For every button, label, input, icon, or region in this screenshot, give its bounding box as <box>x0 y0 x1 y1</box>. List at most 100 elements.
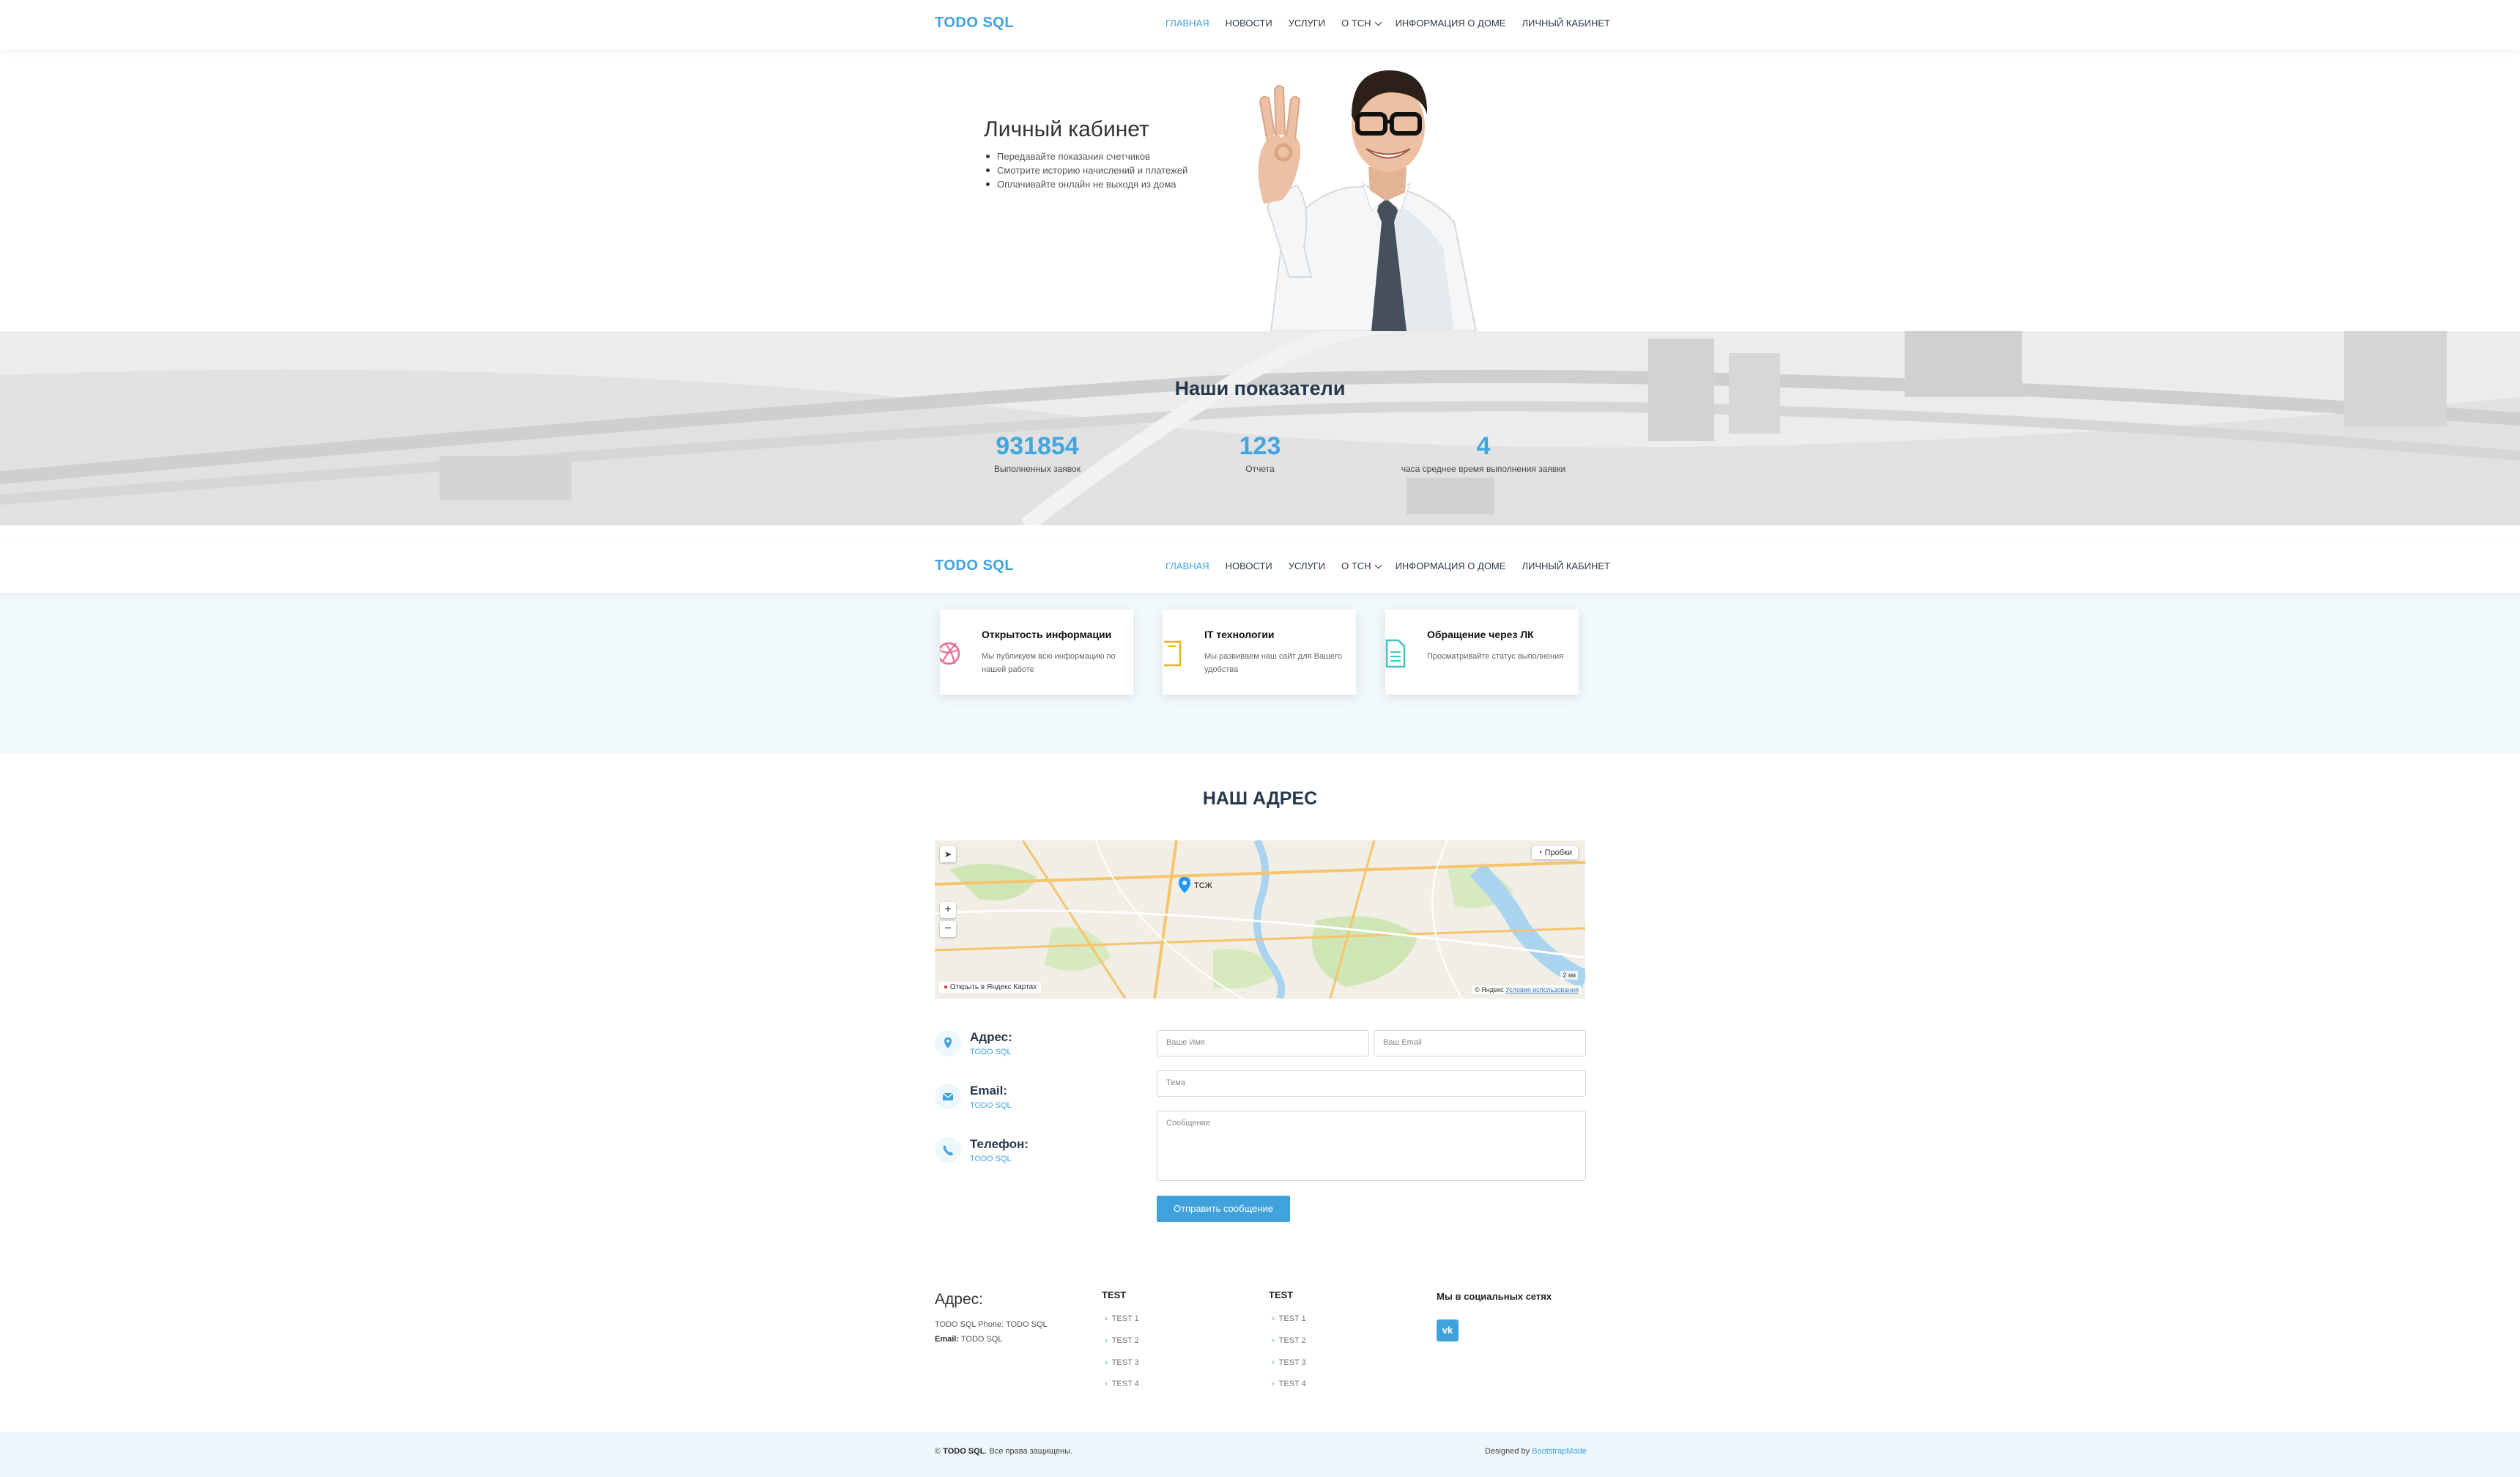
contact-phone-value: TODO SQL <box>970 1155 1012 1163</box>
nav-item-about-label: О ТСН <box>1341 560 1371 571</box>
footer-column-title: TEST <box>1102 1289 1127 1300</box>
credits-prefix: Designed by <box>1485 1447 1530 1456</box>
traffic-label: Пробки <box>1544 848 1572 857</box>
contact-email-value: TODO SQL <box>970 1101 1012 1110</box>
phone-icon <box>935 1137 961 1163</box>
footer-link[interactable]: › TEST 4 <box>1105 1380 1139 1388</box>
vk-icon[interactable]: vk <box>1437 1319 1459 1341</box>
footer-link[interactable]: › TEST 4 <box>1272 1380 1306 1388</box>
stat-label: Отчета <box>1245 464 1275 474</box>
map-pin-label: ТСЖ <box>1194 881 1212 890</box>
feature-title: Обращение через ЛК <box>1427 629 1534 640</box>
zoom-in-button[interactable]: + <box>940 902 956 918</box>
footer-link-label: TEST 3 <box>1278 1358 1306 1367</box>
stats-section: Наши показатели 931854 Выполненных заяво… <box>0 331 2520 525</box>
dribbble-icon <box>940 642 960 665</box>
chevron-right-icon: › <box>1105 1358 1108 1367</box>
name-input[interactable]: Ваше Имя <box>1157 1030 1369 1056</box>
footer-link[interactable]: › TEST 3 <box>1272 1358 1306 1367</box>
credits: Designed by BootstrapMade <box>1485 1447 1587 1456</box>
map-pin-icon: ● <box>944 983 950 991</box>
sticky-header: TODO SQL ГЛАВНАЯ НОВОСТИ УСЛУГИ О ТСН ИН… <box>0 543 2520 593</box>
chevron-right-icon: › <box>1272 1380 1275 1388</box>
chevron-right-icon: › <box>1272 1336 1275 1345</box>
footer-column-title: TEST <box>1269 1289 1294 1300</box>
send-message-button[interactable]: Отправить сообщение <box>1157 1196 1290 1222</box>
hero-title: Личный кабинет <box>984 117 1149 141</box>
footer-address-title: Адрес: <box>935 1291 983 1308</box>
footer-link[interactable]: › TEST 2 <box>1272 1336 1306 1345</box>
address-section-title: НАШ АДРЕС <box>1202 788 1318 809</box>
footer-link-label: TEST 2 <box>1278 1336 1306 1345</box>
document-icon <box>1385 639 1406 668</box>
logo[interactable]: TODO SQL <box>935 15 1014 32</box>
nav-item-about[interactable]: О ТСН <box>1341 18 1382 29</box>
email-input[interactable]: Ваш Email <box>1374 1030 1586 1056</box>
nav-item-about[interactable]: О ТСН <box>1341 560 1382 571</box>
nav-item-house-info[interactable]: ИНФОРМАЦИЯ О ДОМЕ <box>1396 560 1506 571</box>
top-header: TODO SQL ГЛАВНАЯ НОВОСТИ УСЛУГИ О ТСН ИН… <box>0 0 2520 50</box>
copyright-brand: TODO SQL <box>943 1447 985 1456</box>
nav-item-house-info[interactable]: ИНФОРМАЦИЯ О ДОМЕ <box>1396 18 1506 29</box>
traffic-button[interactable]: ◔ Пробки <box>1531 846 1578 859</box>
feature-card: Открытость информации Мы публикуем всю и… <box>940 610 1133 695</box>
hero-person-image <box>1258 70 1478 331</box>
feature-text: Мы развиваем наш сайт для Вашего удобств… <box>1204 652 1342 674</box>
footer-link-label: TEST 1 <box>1111 1314 1139 1323</box>
footer-email-line: Email: TODO SQL <box>935 1332 1048 1347</box>
nav-item-services[interactable]: УСЛУГИ <box>1289 560 1325 571</box>
nav-item-services[interactable]: УСЛУГИ <box>1289 18 1325 29</box>
nav-item-news[interactable]: НОВОСТИ <box>1226 560 1272 571</box>
footer-link[interactable]: › TEST 2 <box>1105 1336 1139 1345</box>
bottom-bar <box>0 1432 2520 1477</box>
nav-item-home[interactable]: ГЛАВНАЯ <box>1166 560 1209 571</box>
footer-link[interactable]: › TEST 3 <box>1105 1358 1139 1367</box>
credits-link[interactable]: BootstrapMade <box>1532 1447 1587 1456</box>
feature-text: Мы публикуем всю информацию по нашей раб… <box>982 652 1116 674</box>
footer-link[interactable]: › TEST 1 <box>1272 1314 1306 1323</box>
yandex-map[interactable]: ТСЖ ➤ + − ◔ Пробки 2 км ● Открыть в Янде… <box>935 840 1585 999</box>
nav-item-home[interactable]: ГЛАВНАЯ <box>1166 18 1209 29</box>
nav-item-account[interactable]: ЛИЧНЫЙ КАБИНЕТ <box>1522 18 1610 29</box>
book-icon <box>1164 640 1182 667</box>
contact-phone-title: Телефон: <box>970 1137 1029 1151</box>
footer-social-title: Мы в социальных сетях <box>1437 1291 1552 1302</box>
stat-value: 931854 <box>996 432 1079 460</box>
chevron-right-icon: › <box>1105 1314 1108 1323</box>
footer-email-value: TODO SQL <box>960 1335 1003 1344</box>
open-in-yandex-maps-link[interactable]: ● Открыть в Яндекс Картах <box>939 982 1042 993</box>
message-textarea[interactable]: Сообщение <box>1157 1111 1586 1181</box>
city-background-image <box>0 331 2520 525</box>
map-terms-link[interactable]: Условия использования <box>1505 986 1579 993</box>
footer-link-label: TEST 1 <box>1278 1314 1306 1323</box>
feature-title: IT технологии <box>1204 629 1275 640</box>
map-copyright-text: © Яндекс <box>1475 986 1504 993</box>
footer-link-label: TEST 4 <box>1278 1380 1306 1388</box>
subject-input[interactable]: Тема <box>1157 1070 1586 1097</box>
feature-text: Просматривайте статус выполнения <box>1427 652 1564 661</box>
footer-link-label: TEST 4 <box>1111 1380 1139 1388</box>
open-in-yandex-maps-label: Открыть в Яндекс Картах <box>949 983 1037 991</box>
footer-link-label: TEST 2 <box>1111 1336 1139 1345</box>
stat-value: 4 <box>1476 432 1491 460</box>
contact-address-title: Адрес: <box>970 1030 1012 1044</box>
map-copyright: © Яндекс Условия использования <box>1472 985 1581 994</box>
footer-link[interactable]: › TEST 1 <box>1105 1314 1139 1323</box>
zoom-out-button[interactable]: − <box>940 921 956 937</box>
envelope-icon <box>935 1084 961 1110</box>
nav-item-about-label: О ТСН <box>1341 18 1371 29</box>
copyright: © TODO SQL. Все права защищены. <box>935 1447 1073 1456</box>
nav-item-account[interactable]: ЛИЧНЫЙ КАБИНЕТ <box>1522 560 1610 571</box>
main-nav: ГЛАВНАЯ НОВОСТИ УСЛУГИ О ТСН ИНФОРМАЦИЯ … <box>1166 18 1610 29</box>
map-pin-icon <box>935 1030 961 1056</box>
logo[interactable]: TODO SQL <box>935 558 1014 574</box>
hero-bullet: Передавайте показания счетчиков <box>984 149 1187 163</box>
geolocation-icon[interactable]: ➤ <box>940 846 956 862</box>
traffic-icon: ◔ <box>1537 848 1545 857</box>
stat-item: 123 Отчета <box>1231 432 1289 474</box>
nav-item-news[interactable]: НОВОСТИ <box>1226 18 1272 29</box>
footer-address-line: TODO SQL Phone: TODO SQL <box>935 1320 1048 1329</box>
stat-label: Выполненных заявок <box>994 464 1081 474</box>
hero-bullet: Оплачивайте онлайн не выходя из дома <box>984 177 1187 191</box>
chevron-down-icon <box>1374 18 1382 26</box>
